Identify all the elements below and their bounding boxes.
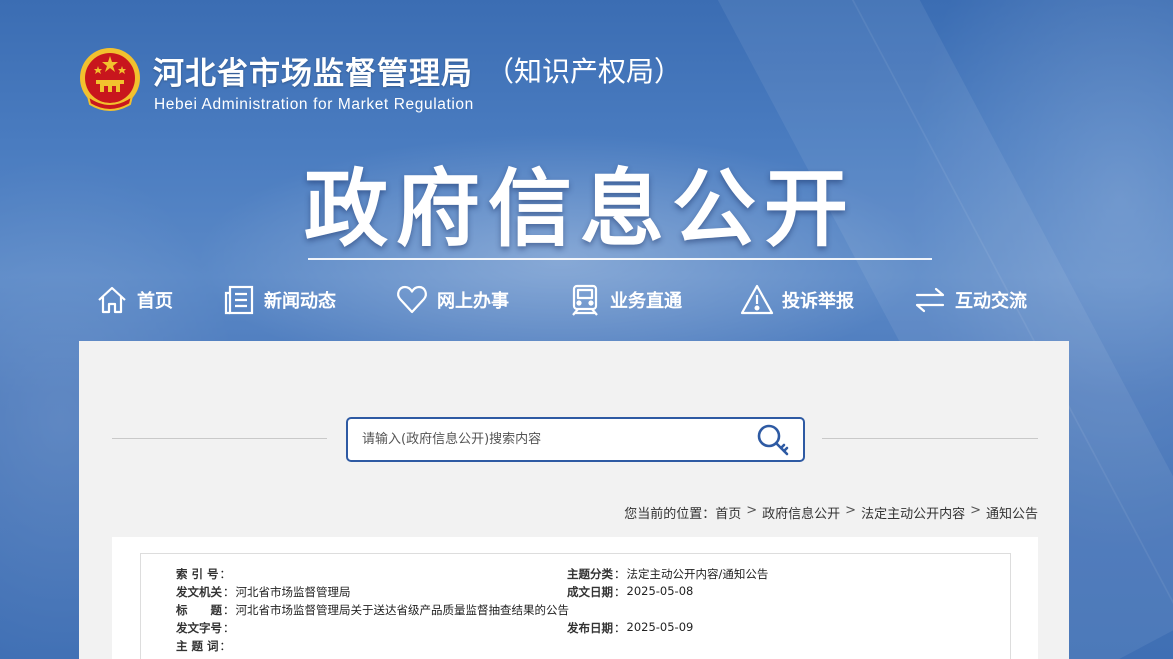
- warning-icon: [739, 282, 775, 318]
- national-emblem-icon: [80, 48, 140, 111]
- meta-label: 发布日期: [567, 621, 613, 635]
- nav-item-online-service[interactable]: 网上办事: [394, 276, 509, 324]
- nav-label: 业务直通: [610, 291, 682, 312]
- meta-value: 河北省市场监督管理局关于送达省级产品质量监督抽查结果的公告: [235, 603, 570, 617]
- breadcrumb-item-home[interactable]: 首页: [715, 503, 741, 522]
- meta-label: 主 题 词: [176, 639, 219, 653]
- nav-item-complaint[interactable]: 投诉举报: [739, 276, 854, 324]
- breadcrumb-item-gov-info[interactable]: 政府信息公开: [762, 503, 840, 522]
- nav-label: 新闻动态: [264, 291, 336, 312]
- nav-label: 互动交流: [955, 291, 1027, 312]
- divider-right: [822, 438, 1038, 439]
- meta-value: 2025-05-08: [626, 584, 694, 598]
- breadcrumb-prefix: 您当前的位置：: [624, 507, 716, 522]
- search-button[interactable]: [754, 421, 794, 459]
- site-title-english: Hebei Administration for Market Regulati…: [154, 96, 474, 113]
- breadcrumb-item-notices[interactable]: 通知公告: [986, 503, 1038, 522]
- search-box: [346, 417, 805, 462]
- nav-item-news[interactable]: 新闻动态: [221, 276, 336, 324]
- heart-icon: [394, 282, 430, 318]
- banner-title: 政府信息公开: [303, 160, 856, 258]
- home-icon: [94, 282, 130, 318]
- meta-title: 标 题： 河北省市场监督管理局关于送达省级产品质量监督抽查结果的公告: [176, 603, 570, 617]
- meta-doc-no: 发文字号：: [176, 621, 235, 635]
- meta-index-no: 索 引 号：: [176, 567, 232, 581]
- meta-label: 索 引 号: [176, 567, 219, 581]
- meta-label: 标 题: [176, 603, 222, 617]
- nav-item-business-direct[interactable]: 业务直通: [567, 276, 682, 324]
- meta-created-date: 成文日期： 2025-05-08: [567, 584, 694, 599]
- nav-label: 投诉举报: [782, 291, 854, 312]
- meta-label: 发文字号: [176, 621, 222, 635]
- breadcrumb-separator: >: [970, 503, 981, 518]
- search-input[interactable]: [362, 419, 742, 460]
- site-title-suffix: （知识产权局）: [486, 55, 683, 88]
- news-icon: [221, 282, 257, 318]
- train-icon: [567, 282, 603, 318]
- site-title: 河北省市场监督管理局: [153, 56, 473, 92]
- nav-item-home[interactable]: 首页: [94, 276, 173, 324]
- meta-label: 成文日期: [567, 585, 613, 599]
- breadcrumb: 您当前的位置： 首页 > 政府信息公开 > 法定主动公开内容 > 通知公告: [624, 503, 1038, 522]
- breadcrumb-separator: >: [746, 503, 758, 518]
- exchange-icon: [912, 282, 948, 318]
- meta-label: 主题分类: [567, 567, 613, 581]
- meta-value: 2025-05-09: [626, 620, 694, 634]
- search-icon: [757, 424, 789, 456]
- nav-label: 首页: [137, 291, 173, 312]
- banner-underline: [308, 258, 932, 260]
- nav-item-interaction[interactable]: 互动交流: [912, 276, 1027, 324]
- breadcrumb-item-statutory[interactable]: 法定主动公开内容: [861, 503, 965, 522]
- meta-label: 发文机关: [176, 585, 222, 599]
- nav-label: 网上办事: [437, 291, 509, 312]
- meta-keywords: 主 题 词：: [176, 639, 232, 653]
- meta-value: 河北省市场监督管理局: [235, 585, 351, 599]
- main-nav: 首页 新闻动态 网上办事 业务直通 投诉举报 互动交流: [0, 276, 1173, 324]
- meta-topic: 主题分类： 法定主动公开内容/通知公告: [567, 567, 769, 581]
- divider-left: [112, 438, 327, 439]
- meta-value: 法定主动公开内容/通知公告: [626, 567, 769, 581]
- meta-published-date: 发布日期： 2025-05-09: [567, 620, 694, 635]
- meta-issuer: 发文机关： 河北省市场监督管理局: [176, 585, 351, 599]
- breadcrumb-separator: >: [845, 503, 857, 518]
